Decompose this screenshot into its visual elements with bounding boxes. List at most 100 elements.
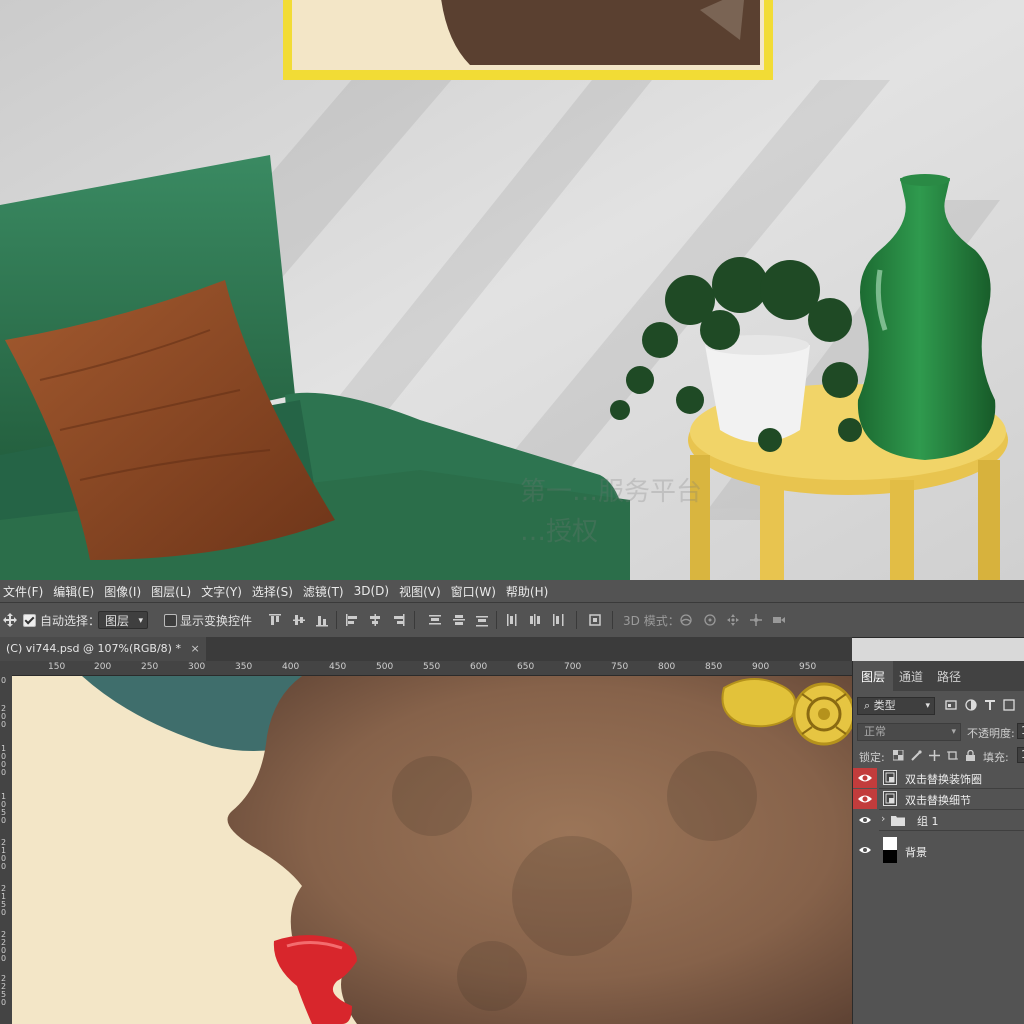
ruler-label: 0: [1, 676, 7, 685]
menu-image[interactable]: 图像(I): [100, 583, 147, 600]
ruler-label: 800: [658, 662, 676, 672]
lock-position-icon[interactable]: [929, 750, 940, 761]
menu-layer[interactable]: 图层(L): [147, 583, 197, 600]
distribute-top-icon[interactable]: [428, 613, 442, 627]
3d-roll-icon[interactable]: [703, 613, 717, 627]
menu-filter[interactable]: 滤镜(T): [299, 583, 350, 600]
visibility-toggle[interactable]: [853, 768, 877, 788]
ruler-label: 350: [235, 662, 253, 672]
auto-select-checkbox[interactable]: [23, 614, 36, 627]
distribute-left-icon[interactable]: [505, 613, 519, 627]
fill-field[interactable]: 1: [1017, 747, 1024, 763]
ruler-label: 900: [752, 662, 770, 672]
eye-icon: [858, 795, 872, 803]
3d-slide-icon[interactable]: [749, 613, 763, 627]
distribute-right-icon[interactable]: [550, 613, 564, 627]
auto-select-target-value: 图层: [105, 614, 130, 628]
3d-orbit-icon[interactable]: [679, 613, 693, 627]
blend-mode-dropdown[interactable]: 正常 ▾: [857, 723, 961, 741]
filter-type-icon[interactable]: [984, 699, 996, 711]
ruler-label: 650: [517, 662, 535, 672]
layer-row[interactable]: 背景: [853, 837, 1024, 863]
ruler-label: 450: [329, 662, 347, 672]
layer-name: 背景: [905, 846, 927, 859]
eye-icon: [858, 774, 872, 782]
3d-scale-icon[interactable]: [772, 613, 786, 627]
align-vcenter-icon[interactable]: [292, 613, 306, 627]
lock-label: 锁定:: [859, 751, 885, 764]
eye-icon[interactable]: [858, 843, 872, 857]
tab-paths[interactable]: 路径: [937, 668, 961, 685]
chevron-down-icon: ▾: [951, 727, 956, 737]
opacity-field[interactable]: 1: [1017, 723, 1024, 739]
tab-channels[interactable]: 通道: [899, 668, 923, 685]
layer-row[interactable]: 双击替换装饰圈: [853, 768, 1024, 788]
eye-icon[interactable]: [858, 813, 872, 827]
chevron-right-icon[interactable]: ›: [881, 812, 885, 825]
canvas-artwork: [12, 676, 852, 1024]
layer-filter-dropdown[interactable]: ⌕ 类型 ▾: [857, 697, 935, 715]
menu-window[interactable]: 窗口(W): [447, 583, 502, 600]
distribute-hcenter-icon[interactable]: [528, 613, 542, 627]
options-bar: 自动选择： 图层 ▾ 显示变换控件 3D 模式：: [0, 602, 1024, 638]
ruler-label: 400: [282, 662, 300, 672]
align-hcenter-icon[interactable]: [368, 613, 382, 627]
search-icon: ⌕: [864, 699, 871, 712]
menu-edit[interactable]: 编辑(E): [49, 583, 100, 600]
show-transform-label: 显示变换控件: [180, 614, 253, 628]
document-tab[interactable]: (C) vi744.psd @ 107%(RGB/8) * ×: [0, 637, 206, 661]
menu-help[interactable]: 帮助(H): [502, 583, 554, 600]
lock-artboard-icon[interactable]: [947, 750, 958, 761]
align-bottom-icon[interactable]: [315, 613, 329, 627]
document-canvas[interactable]: [12, 676, 852, 1024]
filter-adjustment-icon[interactable]: [965, 699, 977, 711]
lock-image-icon[interactable]: [911, 750, 922, 761]
panel-tabs: 图层 通道 路径: [853, 661, 1024, 691]
lock-transparency-icon[interactable]: [893, 750, 904, 761]
show-transform-checkbox[interactable]: [164, 614, 177, 627]
ruler-label: 500: [376, 662, 394, 672]
visibility-toggle[interactable]: [853, 789, 877, 809]
ruler-label: 600: [470, 662, 488, 672]
divider: [336, 611, 337, 629]
align-top-icon[interactable]: [268, 613, 282, 627]
tab-layers[interactable]: 图层: [861, 668, 885, 685]
layer-row[interactable]: › 组 1: [853, 810, 1024, 830]
auto-select-target-dropdown[interactable]: 图层 ▾: [98, 611, 148, 629]
lock-all-icon[interactable]: [965, 750, 976, 761]
align-right-icon[interactable]: [391, 613, 405, 627]
menu-bar: 文件(F) 编辑(E) 图像(I) 图层(L) 文字(Y) 选择(S) 滤镜(T…: [0, 580, 1024, 602]
document-tab-title: (C) vi744.psd @ 107%(RGB/8) *: [6, 642, 181, 655]
layer-row[interactable]: 双击替换细节: [853, 789, 1024, 809]
menu-3d[interactable]: 3D(D): [350, 584, 395, 598]
ruler-label: 300: [188, 662, 206, 672]
room-scene: 第一…服务平台 …授权: [0, 0, 1024, 580]
distribute-vcenter-icon[interactable]: [452, 613, 466, 627]
ruler-label: 2150: [1, 884, 7, 917]
menu-file[interactable]: 文件(F): [0, 583, 49, 600]
auto-align-icon[interactable]: [588, 613, 602, 627]
menu-view[interactable]: 视图(V): [395, 583, 447, 600]
close-icon[interactable]: ×: [190, 642, 199, 655]
layer-filter-value: 类型: [873, 699, 896, 712]
filter-pixel-icon[interactable]: [945, 699, 957, 711]
distribute-bottom-icon[interactable]: [475, 613, 489, 627]
divider: [414, 611, 415, 629]
divider: [496, 611, 497, 629]
align-left-icon[interactable]: [345, 613, 359, 627]
menu-select[interactable]: 选择(S): [248, 583, 299, 600]
ruler-label: 2250: [1, 974, 7, 1007]
layer-name: 双击替换装饰圈: [905, 773, 982, 786]
filter-shape-icon[interactable]: [1003, 699, 1015, 711]
auto-select-label: 自动选择：: [40, 614, 101, 628]
menu-type[interactable]: 文字(Y): [197, 583, 248, 600]
ruler-label: 850: [705, 662, 723, 672]
watermark-line1: 第一…服务平台: [520, 477, 702, 507]
mockup-photo: 第一…服务平台 …授权: [0, 0, 1024, 580]
3d-pan-icon[interactable]: [726, 613, 740, 627]
move-tool-icon[interactable]: [2, 612, 18, 628]
chevron-down-icon: ▾: [925, 701, 930, 711]
layer-name: 组 1: [917, 815, 939, 828]
folder-icon: [891, 816, 905, 826]
picture-frame: [283, 0, 773, 80]
